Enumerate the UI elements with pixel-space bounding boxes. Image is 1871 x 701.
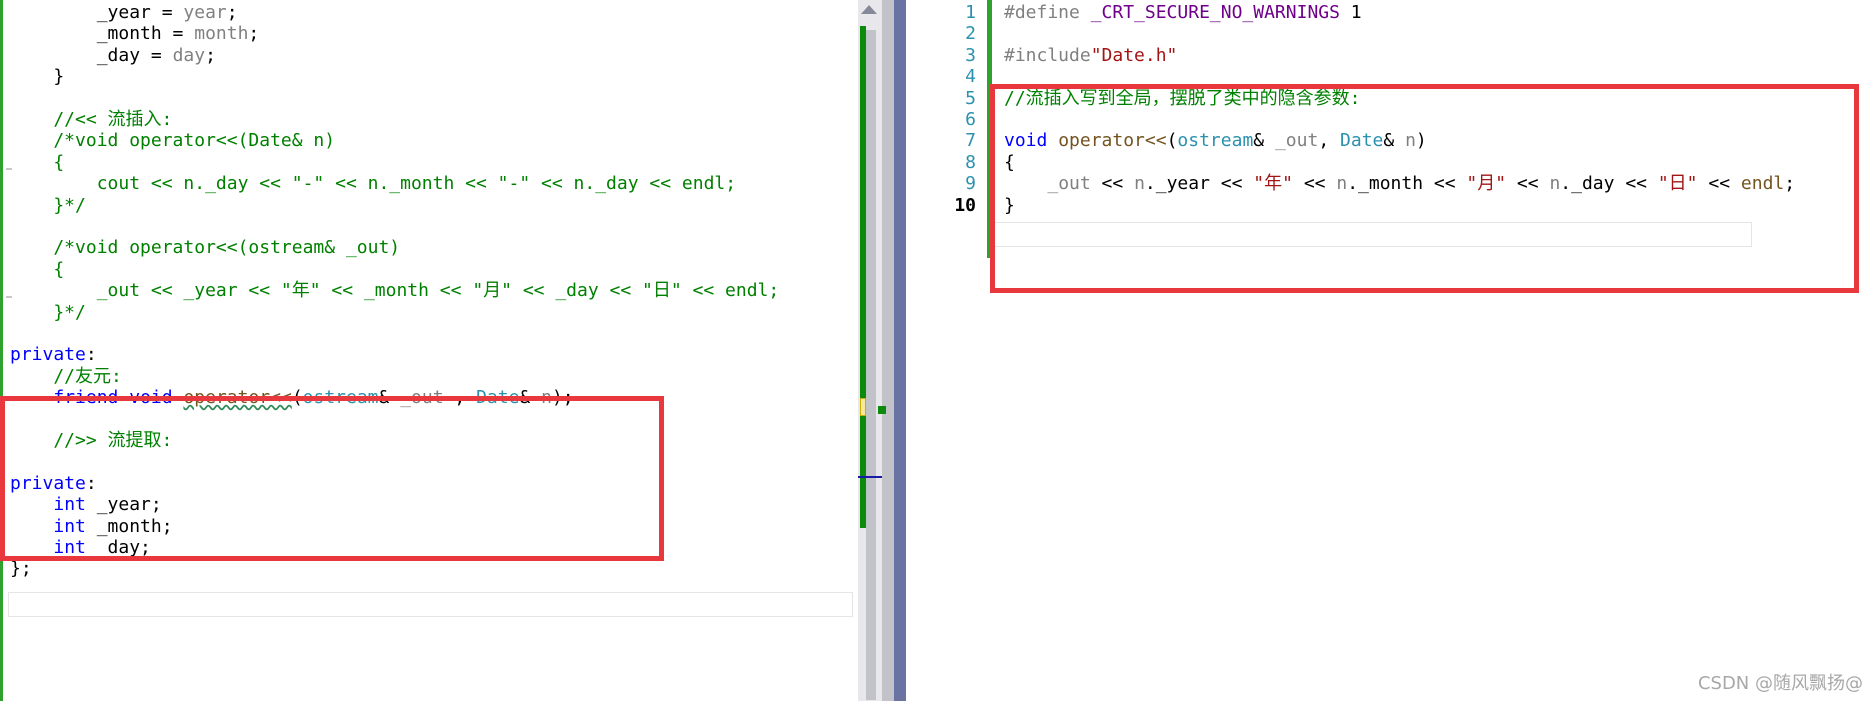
code-line[interactable]: }*/ <box>10 300 86 326</box>
code-token: : <box>85 344 97 366</box>
scroll-up-arrow-icon[interactable] <box>861 5 877 14</box>
code-token: year <box>183 2 227 23</box>
code-line[interactable]: }*/ <box>10 193 86 219</box>
code-token: ; <box>205 44 216 66</box>
code-token: { <box>10 151 65 173</box>
code-token: /*void operator<<(ostream& _out) <box>10 237 401 259</box>
code-token: }*/ <box>10 301 86 323</box>
code-token: _year = <box>10 2 184 23</box>
code-token: //友元: <box>10 365 122 387</box>
code-line[interactable]: #include"Date.h" <box>1004 43 1177 69</box>
left-code-editor[interactable]: _year = year; _month = month; _day = day… <box>0 0 858 701</box>
scrollbar-caret-marker <box>860 398 866 416</box>
code-token: cout << n._day << "-" << n._month << "-"… <box>10 173 737 195</box>
code-line[interactable]: /*void operator<<(ostream& _out) <box>10 235 400 261</box>
code-token: ; <box>226 2 238 23</box>
line-number: 10 <box>954 194 976 216</box>
code-token: ; <box>248 23 260 45</box>
code-token: "Date.h" <box>1090 44 1178 66</box>
splitter-divider[interactable] <box>894 0 906 701</box>
code-line[interactable]: } <box>10 64 64 90</box>
code-line[interactable]: cout << n._day << "-" << n._month << "-"… <box>10 171 736 197</box>
code-line[interactable]: #define _CRT_SECURE_NO_WARNINGS 1 <box>1004 0 1362 26</box>
code-token: }; <box>10 558 32 580</box>
change-indicator-bar <box>0 0 3 701</box>
code-token: #include <box>1004 44 1091 66</box>
code-token: day <box>172 44 206 66</box>
scrollbar-position-line <box>858 476 882 478</box>
code-token: } <box>10 66 65 88</box>
code-token: _day = <box>10 44 173 66</box>
code-token: //<< 流插入: <box>10 109 173 130</box>
code-line[interactable]: _out << _year << "年" << _month << "月" <<… <box>10 278 780 304</box>
editor-splitter[interactable] <box>878 0 906 701</box>
code-token: }*/ <box>10 194 86 216</box>
splitter-change-marker <box>878 406 886 414</box>
current-line-highlight <box>8 592 853 617</box>
code-token: 1 <box>1339 2 1362 23</box>
code-token: _month = <box>10 23 195 45</box>
watermark: CSDN @随风飘扬@ <box>1697 673 1863 694</box>
code-token: _CRT_SECURE_NO_WARNINGS <box>1090 2 1340 23</box>
splitter-track <box>882 0 894 701</box>
code-token: _out << _year << "年" << _month << "月" <<… <box>10 280 780 302</box>
vertical-scrollbar[interactable] <box>858 0 882 701</box>
scrollbar-thumb[interactable] <box>866 30 876 700</box>
code-token: #define <box>1004 2 1080 23</box>
code-token: month <box>194 23 249 45</box>
highlight-box-friend-declaration <box>0 396 664 561</box>
code-token: /*void operator<<(Date& n) <box>10 130 336 152</box>
scrollbar-change-marker <box>860 26 866 528</box>
code-token: private <box>10 344 86 366</box>
highlight-box-global-operator <box>990 84 1859 293</box>
code-token: { <box>10 258 65 280</box>
